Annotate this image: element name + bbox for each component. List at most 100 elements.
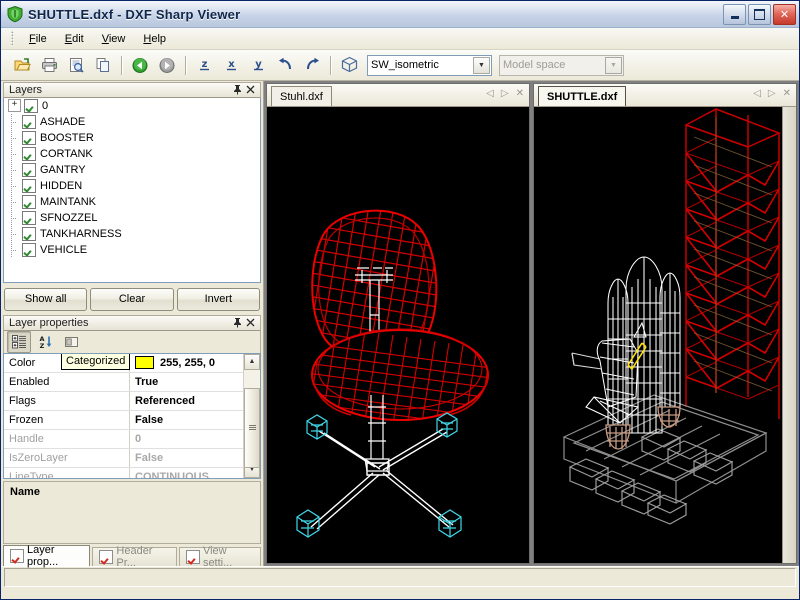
layer-checkbox[interactable] [22,227,36,241]
tree-connector [8,210,19,226]
checkmark-icon [186,550,200,564]
menu-grip[interactable] [11,31,14,46]
menu-edit[interactable]: Edit [56,31,93,47]
shuttle-drawing-canvas[interactable] [534,107,796,563]
layer-checkbox[interactable] [22,115,36,129]
tree-connector [8,130,19,146]
layer-checkbox[interactable] [22,147,36,161]
menu-view[interactable]: View [93,31,135,47]
scroll-thumb[interactable] [244,388,260,468]
close-icon[interactable]: ✕ [516,88,524,99]
nav-next-icon[interactable]: ▷ [768,88,776,99]
checkmark-icon [99,550,113,564]
rotate-left-icon[interactable] [272,53,298,78]
back-icon[interactable] [127,53,153,78]
close-button[interactable]: ✕ [773,4,796,25]
tab-view-settings[interactable]: View setti... [179,547,261,566]
expand-icon[interactable]: + [8,99,21,112]
document-nav-controls: ◁ ▷ ✕ [486,88,524,99]
layer-item-maintank[interactable]: MAINTANK [4,194,260,210]
categorized-button[interactable] [7,331,31,353]
toolbar-separator [121,56,122,75]
layer-item-ashade[interactable]: ASHADE [4,114,260,130]
layers-tree[interactable]: + 0 ASHADE BOOSTER CORTANK [3,98,261,283]
property-row-flags[interactable]: Flags Referenced [4,392,243,411]
layer-checkbox[interactable] [22,211,36,225]
pin-icon[interactable] [231,316,244,329]
layer-item-cortank[interactable]: CORTANK [4,146,260,162]
close-icon[interactable] [244,83,257,96]
layer-checkbox[interactable] [22,131,36,145]
nav-prev-icon[interactable]: ◁ [486,88,494,99]
close-icon[interactable]: ✕ [783,88,791,99]
layer-checkbox[interactable] [22,163,36,177]
main-body: Layers + 0 ASHADE [1,81,799,566]
property-pages-button[interactable] [59,331,83,353]
chair-drawing-canvas[interactable] [267,107,529,563]
scroll-up-icon[interactable]: ▲ [244,354,260,370]
property-value: Referenced [130,392,243,410]
pin-icon[interactable] [231,83,244,96]
rotate-right-icon[interactable] [299,53,325,78]
layer-property-grid[interactable]: Color 255, 255, 0 Enabled True Flags Ref… [3,353,261,479]
layer-item-gantry[interactable]: GANTRY [4,162,260,178]
space-combo: Model space ▼ [499,55,624,76]
open-icon[interactable] [9,53,35,78]
layer-checkbox[interactable] [24,99,38,113]
maximize-button[interactable] [748,4,771,25]
show-all-button[interactable]: Show all [4,288,87,311]
view-y-icon[interactable]: y [245,53,271,78]
status-text [4,568,796,587]
view-x-icon[interactable]: x [218,53,244,78]
toolbar-separator [330,56,331,75]
invert-button[interactable]: Invert [177,288,260,311]
layer-label: ASHADE [40,116,85,128]
layer-checkbox[interactable] [22,179,36,193]
document-tab-stuhl[interactable]: Stuhl.dxf [271,86,332,106]
nav-prev-icon[interactable]: ◁ [753,88,761,99]
minimize-button[interactable] [723,4,746,25]
close-icon[interactable] [244,316,257,329]
layer-item-hidden[interactable]: HIDDEN [4,178,260,194]
layer-label: SFNOZZEL [40,212,97,224]
clear-button[interactable]: Clear [90,288,173,311]
print-preview-icon[interactable] [63,53,89,78]
document-tab-shuttle[interactable]: SHUTTLE.dxf [538,86,626,106]
chevron-down-icon[interactable]: ▼ [473,57,490,74]
property-grid-scrollbar[interactable]: ▲ ▼ [243,354,260,478]
checkmark-icon [10,549,24,563]
tree-connector [8,242,19,258]
layer-label: BOOSTER [40,132,94,144]
view-combo[interactable]: SW_isometric ▼ [367,55,492,76]
layer-checkbox[interactable] [22,243,36,257]
property-row-frozen[interactable]: Frozen False [4,411,243,430]
tab-layer-properties[interactable]: Layer prop... [3,545,90,566]
menu-help[interactable]: Help [134,31,175,47]
layer-item-booster[interactable]: BOOSTER [4,130,260,146]
canvas-scrollbar[interactable] [782,107,796,563]
cube-icon[interactable] [336,53,362,78]
menu-help-label-rest: elp [151,33,166,45]
layer-checkbox[interactable] [22,195,36,209]
layer-item-vehicle[interactable]: VEHICLE [4,242,260,258]
layer-item-sfnozzel[interactable]: SFNOZZEL [4,210,260,226]
property-value-cell[interactable]: 255, 255, 0 [130,354,243,372]
alphabetical-button[interactable]: A Z [33,331,57,353]
shield-icon [6,5,24,23]
property-row-enabled[interactable]: Enabled True [4,373,243,392]
view-z-icon[interactable]: z [191,53,217,78]
layer-item-0[interactable]: + 0 [4,98,260,114]
forward-icon[interactable] [154,53,180,78]
layer-item-tankharness[interactable]: TANKHARNESS [4,226,260,242]
print-icon[interactable] [36,53,62,78]
space-combo-value: Model space [503,59,565,71]
layer-label: GANTRY [40,164,86,176]
svg-text:y: y [255,59,262,70]
scroll-track[interactable] [244,370,260,462]
copy-icon[interactable] [90,53,116,78]
property-name: IsZeroLayer [4,449,130,467]
mdi-area: Stuhl.dxf ◁ ▷ ✕ [264,81,799,566]
nav-next-icon[interactable]: ▷ [501,88,509,99]
menu-file[interactable]: File [20,31,56,47]
tab-header-properties[interactable]: Header Pr... [92,547,177,566]
